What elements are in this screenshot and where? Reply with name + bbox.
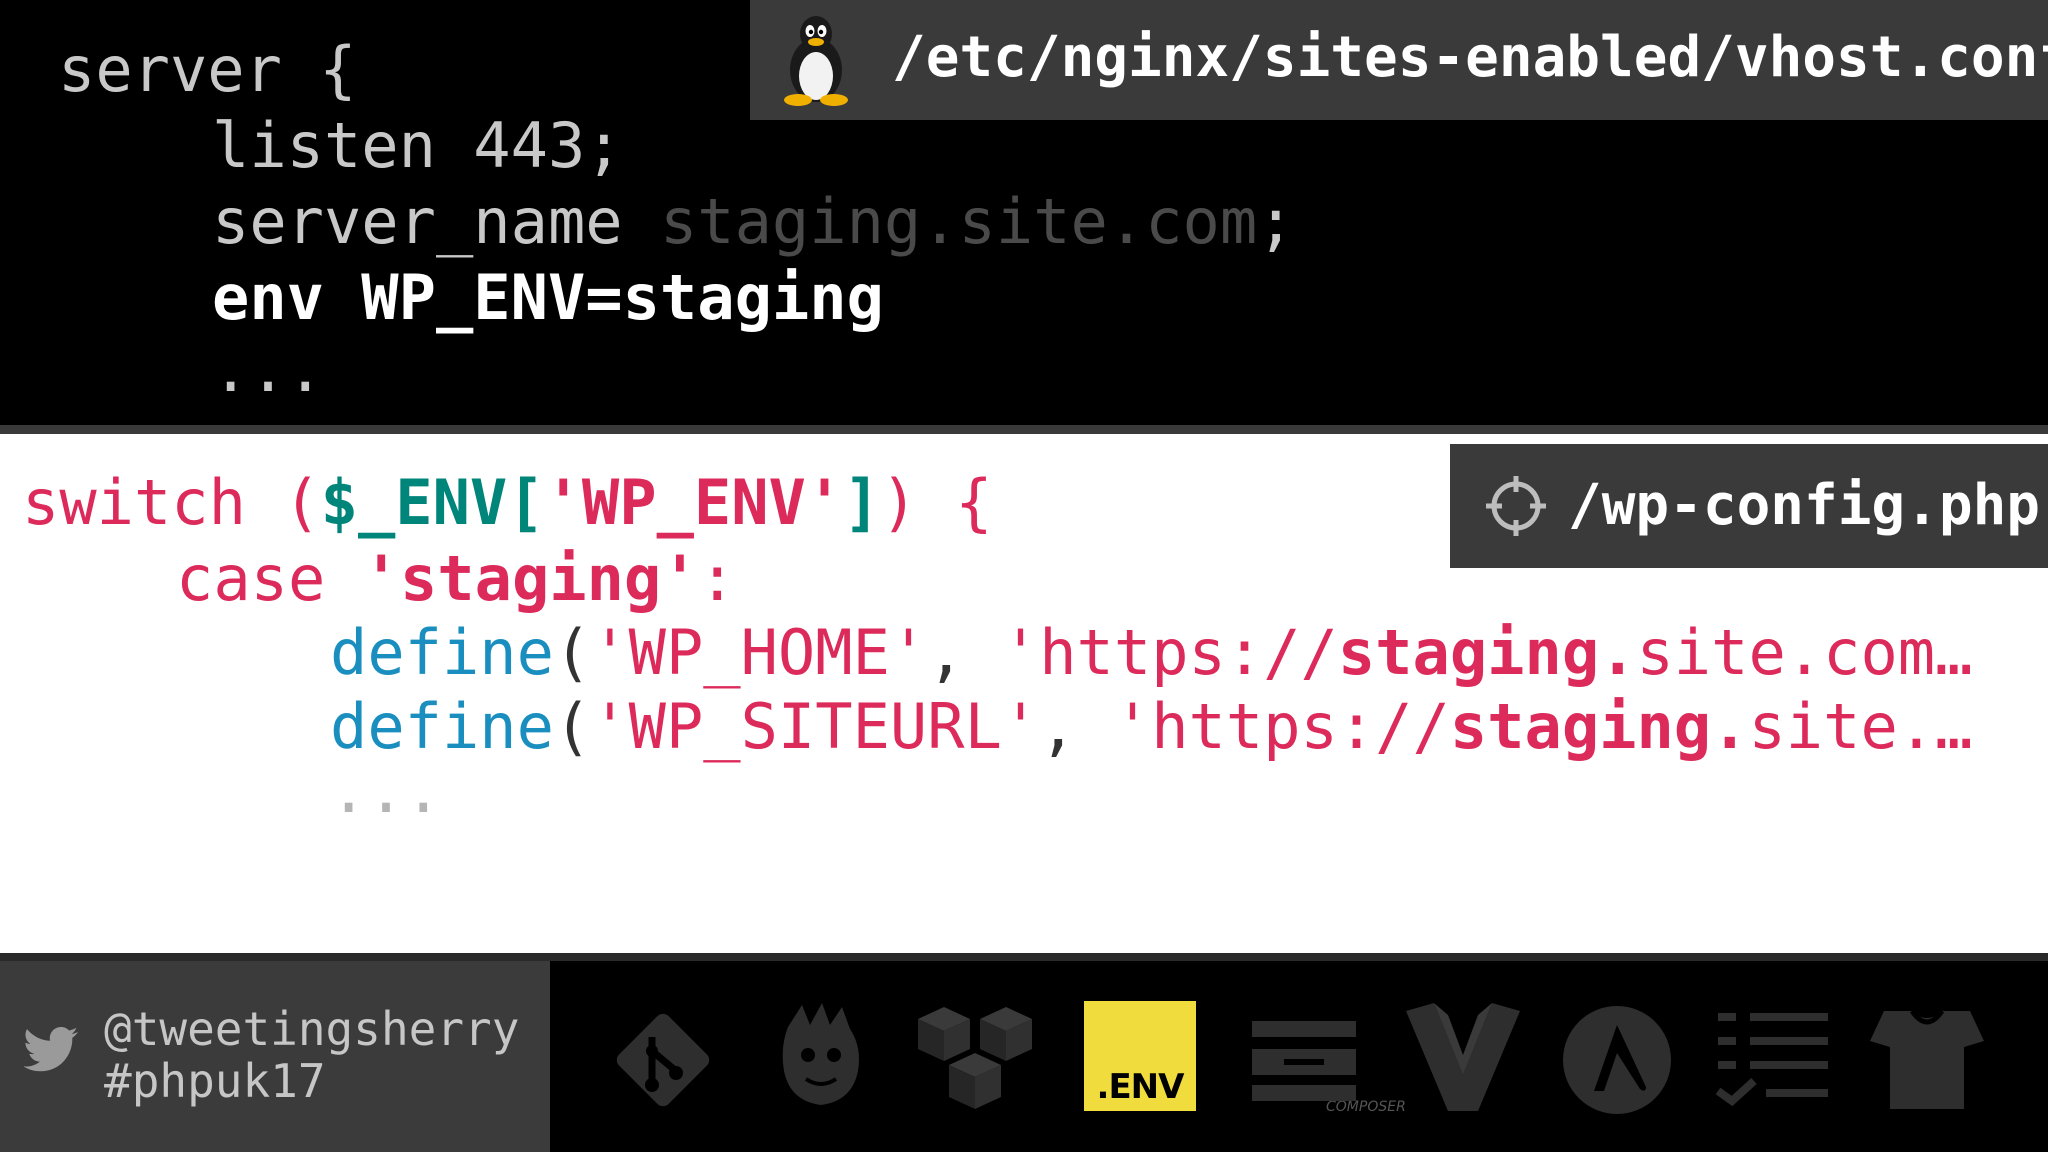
url-suffix: site.com… [1636,616,1973,689]
nginx-file-label: /etc/nginx/sites-enabled/vhost.conf [750,0,2048,120]
nginx-line-ellipsis: ... [212,333,324,406]
php-code-panel: switch ($_ENV['WP_ENV']) { case 'staging… [0,434,2048,953]
composer-icon [758,997,884,1123]
define-function: define [330,616,554,689]
server-name-semicolon: ; [1257,185,1295,258]
php-line-switch: switch ($_ENV['WP_ENV']) { [22,466,993,540]
checklist-icon [1710,997,1836,1123]
url-prefix: 'https:// [1001,616,1338,689]
env-variable: $_ENV[ [320,466,545,539]
php-line-ellipsis: ... [330,754,442,827]
nginx-line-server: server { [58,33,357,106]
conference-hashtag[interactable]: #phpuk17 [104,1055,326,1107]
nginx-line-server-name: server_name staging.site.com; [212,186,1295,258]
speaker-info: @tweetingsherry #phpuk17 [0,961,550,1152]
zend-icon [1244,997,1370,1123]
php-line-define-home: define('WP_HOME', 'https://staging.site.… [330,616,1972,690]
arg-comma: , [1039,690,1114,763]
linux-tux-icon [784,16,848,106]
crosshair-icon [1486,476,1546,536]
panel-divider-top [0,425,2048,434]
define-function: define [330,690,554,763]
url-staging: staging. [1337,616,1637,689]
server-name-value: staging.site.com [659,185,1258,258]
url-prefix: 'https:// [1113,690,1450,763]
wp-env-key: 'WP_ENV' [544,466,844,539]
aws-boxes-icon [914,997,1040,1123]
paren-open: ( [553,690,592,763]
env-variable-close: ] [843,466,881,539]
switch-keyword: switch ( [22,466,321,539]
dotenv-icon: .ENV [1084,1001,1196,1111]
wp-siteurl-const: 'WP_SITEURL' [591,690,1040,763]
dotenv-label: .ENV [1096,1067,1185,1107]
url-suffix: site.… [1748,690,1973,763]
nginx-code-panel: server { listen 443; server_name staging… [0,0,2048,425]
server-name-key: server_name [212,185,660,258]
twitter-bird-icon [24,1027,78,1072]
case-colon: : [698,542,736,615]
url-staging: staging. [1449,690,1749,763]
nginx-file-path: /etc/nginx/sites-enabled/vhost.conf [892,25,2048,90]
nginx-line-listen: listen 443; [212,109,623,182]
ansible-icon [1554,997,1680,1123]
switch-open-brace: ) { [880,466,993,539]
wp-home-const: 'WP_HOME' [591,616,928,689]
case-value: 'staging' [362,542,699,615]
arg-comma: , [927,616,1002,689]
vagrant-icon [1400,997,1526,1123]
php-file-path: /wp-config.php [1568,473,2041,538]
php-file-label: /wp-config.php [1450,444,2048,568]
case-keyword: case [176,542,363,615]
panel-divider-bottom [0,953,2048,961]
git-icon [600,997,726,1123]
twitter-handle[interactable]: @tweetingsherry [104,1003,519,1055]
php-line-define-siteurl: define('WP_SITEURL', 'https://staging.si… [330,690,1972,764]
puppet-icon [1864,997,1990,1123]
tool-logos-strip: COMPOSER .ENV [550,961,2048,1152]
php-line-case: case 'staging': [176,542,736,616]
nginx-line-env: env WP_ENV=staging [212,261,884,334]
paren-open: ( [553,616,592,689]
